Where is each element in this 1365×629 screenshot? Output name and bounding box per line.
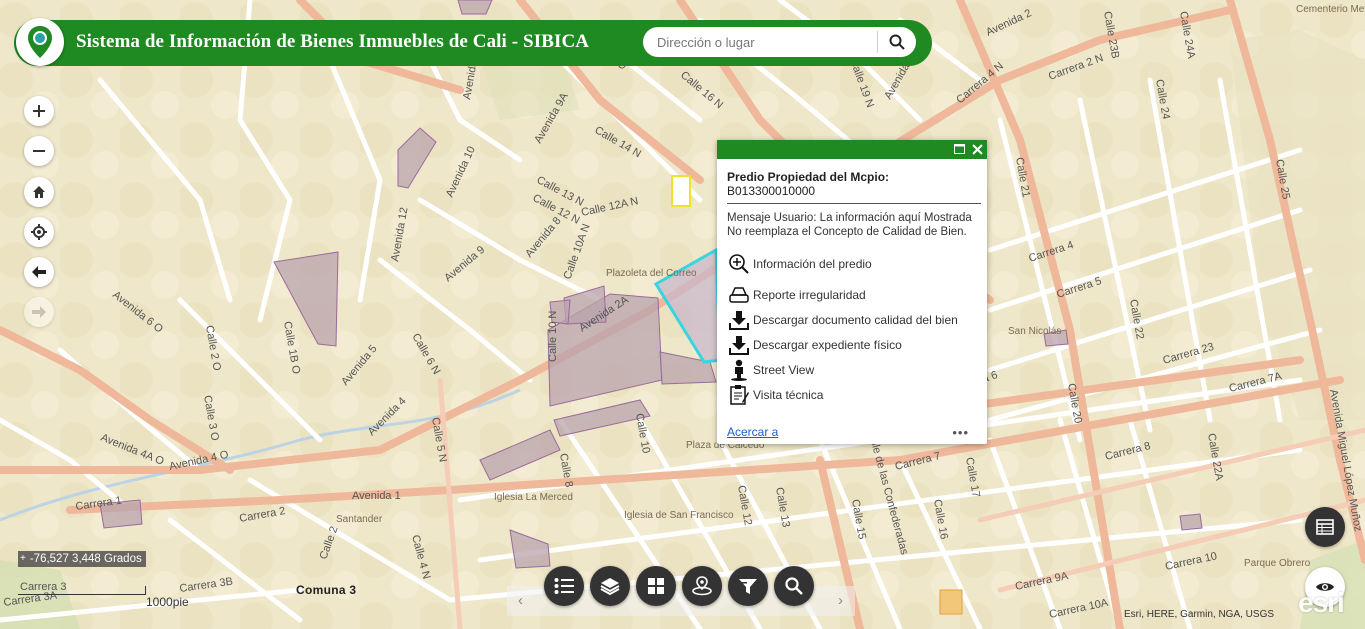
home-icon <box>33 186 45 198</box>
locate-button[interactable] <box>24 217 54 247</box>
coordinates-value: -76,527 3,448 Grados <box>29 553 142 565</box>
filter-button[interactable] <box>728 566 768 606</box>
maximize-button[interactable] <box>952 142 966 156</box>
person-icon <box>727 359 751 381</box>
action-download-file[interactable]: Descargar expediente físico <box>727 334 902 356</box>
map-attribution[interactable]: Esri, HERE, Garmin, NGA, USGS <box>1124 609 1274 620</box>
search-separator <box>877 31 878 53</box>
clipboard-icon <box>727 384 751 406</box>
download-icon <box>727 334 751 356</box>
user-message: Mensaje Usuario: La información aquí Mos… <box>727 212 972 238</box>
home-button[interactable] <box>24 177 54 207</box>
coordinates-readout: + -76,527 3,448 Grados <box>18 551 146 567</box>
action-label: Visita técnica <box>753 388 824 402</box>
zoom-out-button[interactable] <box>24 136 54 166</box>
place-label: San Nicolás <box>1008 326 1061 337</box>
district-label: Comuna 3 <box>296 583 357 597</box>
place-label: Iglesia La Merced <box>494 492 573 503</box>
close-button[interactable] <box>970 142 984 156</box>
map-label: Avenida 1 <box>352 490 401 502</box>
search-icon <box>889 34 905 50</box>
action-street-view[interactable]: Street View <box>727 359 814 381</box>
action-report-irregularity[interactable]: Reporte irregularidad <box>727 284 866 306</box>
place-label: Parque Obrero <box>1244 558 1311 569</box>
feature-popup: Predio Propiedad del Mcpio: B01330001000… <box>717 140 987 444</box>
search-icon <box>785 577 803 595</box>
previous-extent-button[interactable] <box>24 257 54 287</box>
attribute-table-button[interactable] <box>1305 507 1345 547</box>
app-title: Sistema de Información de Bienes Inmuebl… <box>76 31 590 52</box>
popup-title-label: Predio Propiedad del Mcpio: <box>727 170 890 184</box>
report-icon <box>727 284 751 306</box>
place-label: Santander <box>336 514 383 525</box>
grid-icon <box>648 578 664 594</box>
locate-icon <box>31 224 47 240</box>
minus-icon <box>33 150 45 152</box>
more-options-button[interactable]: ••• <box>952 425 969 440</box>
action-label: Street View <box>753 363 815 377</box>
basemap-gallery-button[interactable] <box>636 566 676 606</box>
action-label: Descargar expediente físico <box>753 338 902 352</box>
action-download-quality-doc[interactable]: Descargar documento calidad del bien <box>727 309 958 331</box>
zoom-info-icon <box>727 253 751 275</box>
layers-button[interactable] <box>590 566 630 606</box>
zoom-in-button[interactable] <box>24 96 54 126</box>
scale-label: 1000pie <box>146 595 189 609</box>
action-property-info[interactable]: Información del predio <box>727 253 872 275</box>
action-label: Información del predio <box>753 257 872 271</box>
close-icon <box>971 143 983 155</box>
action-technical-visit[interactable]: Visita técnica <box>727 384 823 406</box>
scale-bar <box>18 586 146 595</box>
download-icon <box>727 309 751 331</box>
search-input[interactable] <box>655 31 877 53</box>
next-extent-button[interactable] <box>24 297 54 327</box>
location-pin-icon <box>692 576 712 596</box>
search-button[interactable] <box>885 31 909 53</box>
map-label: Calle 10 N <box>547 311 559 362</box>
search-tool-button[interactable] <box>774 566 814 606</box>
esri-logo: esri <box>1298 587 1345 618</box>
layers-icon <box>600 578 620 596</box>
search-box <box>643 27 916 57</box>
action-label: Reporte irregularidad <box>753 288 866 302</box>
map-pin-logo-icon <box>28 26 52 58</box>
arrow-left-icon <box>32 266 46 278</box>
list-icon <box>554 578 574 594</box>
toolbar-prev-arrow[interactable]: ‹ <box>518 592 523 609</box>
popup-title: Predio Propiedad del Mcpio: B01330001000… <box>727 170 979 198</box>
basemap[interactable]: Avenida 4 O Avenida 1 Avenida 4A O Aveni… <box>0 0 1365 629</box>
action-label: Descargar documento calidad del bien <box>753 313 958 327</box>
popup-divider <box>727 203 981 204</box>
arrow-right-icon <box>32 306 46 318</box>
table-icon <box>1316 519 1334 535</box>
popup-header <box>717 140 987 159</box>
app-logo[interactable] <box>16 18 64 66</box>
plus-icon <box>33 105 45 117</box>
filter-icon <box>739 579 757 594</box>
crosshair-icon: + <box>20 553 26 564</box>
toolbar-next-arrow[interactable]: › <box>838 592 843 609</box>
place-label: Cementerio Metropolitano <box>1296 4 1365 15</box>
property-code: B013300010000 <box>727 184 816 198</box>
location-button[interactable] <box>682 566 722 606</box>
place-label: Iglesia de San Francisco <box>624 510 734 521</box>
place-label: Plazoleta del Correo <box>606 268 697 279</box>
maximize-icon <box>953 144 965 154</box>
legend-button[interactable] <box>544 566 584 606</box>
zoom-to-link[interactable]: Acercar a <box>727 425 778 439</box>
